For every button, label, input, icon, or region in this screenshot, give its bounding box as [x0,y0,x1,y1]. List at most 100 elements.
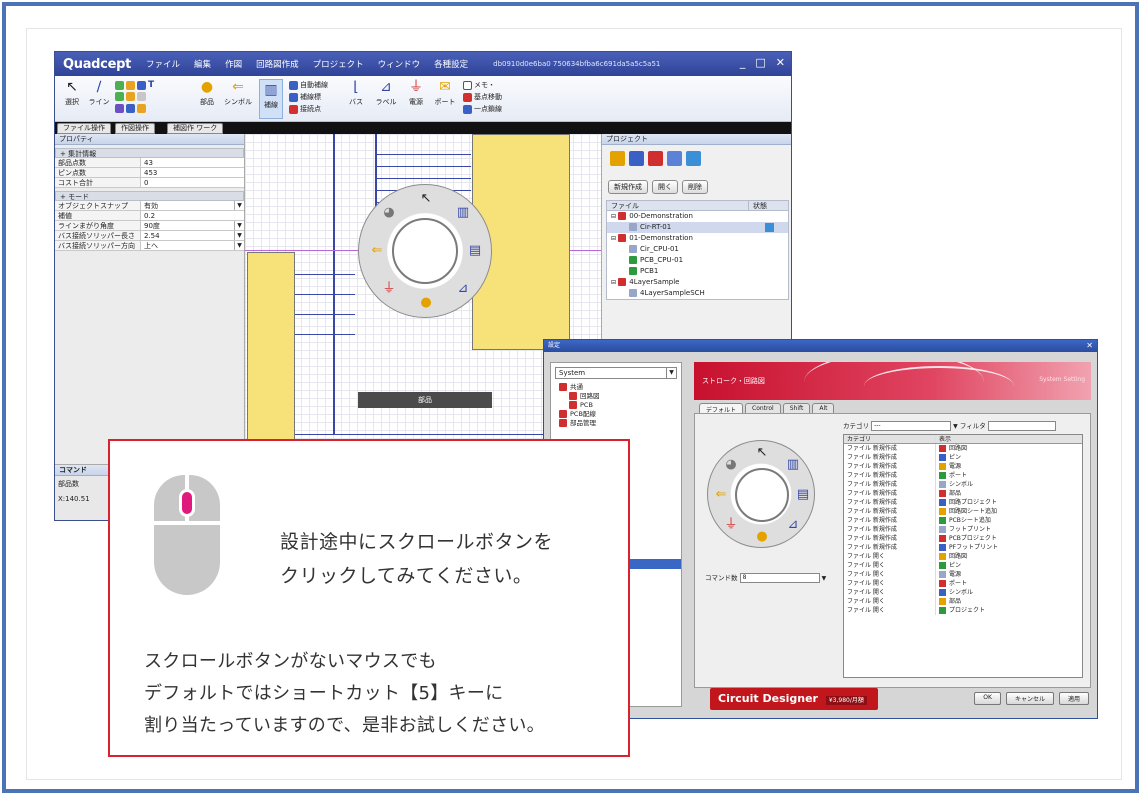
list-item[interactable]: ファイル 開く シンボル [844,588,1082,597]
cancel-button[interactable]: キャンセル [1005,692,1054,705]
list-item[interactable]: ファイル 開く ポート [844,579,1082,588]
settings-tree-node[interactable]: PCB [551,401,681,410]
property-value[interactable]: 2.54 [141,231,234,240]
property-value[interactable]: 上へ [141,241,234,250]
bus-button[interactable]: ⌊ バス [345,79,367,107]
settings-tree-node[interactable]: 回路図 [551,392,681,401]
close-project-icon[interactable] [648,151,663,166]
property-value[interactable]: 453 [141,168,244,177]
list-item[interactable]: ファイル 新規作成 PCBシート追加 [844,516,1082,525]
settings-tree-node[interactable]: 共通 [551,383,681,392]
minimize-icon[interactable]: _ [740,56,746,69]
tree-node[interactable]: Cir_CPU-01 [607,244,788,255]
list-item[interactable]: ファイル 新規作成 電源 [844,462,1082,471]
menu-draw[interactable]: 作図 [218,58,249,70]
list-item[interactable]: ファイル 新規作成 フットプリント [844,525,1082,534]
radial-menu[interactable]: ↖ ▥ ▤ ⊿ ● ⏚ ⇐ ◕ [358,184,492,318]
bus-icon[interactable]: ▤ [467,243,483,259]
property-value[interactable]: 0.2 [141,211,244,220]
chevron-down-icon[interactable]: ▼ [234,231,244,240]
list-item[interactable]: ファイル 新規作成 PFフットプリント [844,543,1082,552]
new-file-icon[interactable] [629,151,644,166]
part-icon[interactable]: ● [418,295,434,311]
open-project-button[interactable]: 開く [652,180,678,194]
list-item[interactable]: ファイル 新規作成 回路プロジェクト [844,498,1082,507]
chevron-down-icon[interactable]: ▼ [234,241,244,250]
component-block[interactable] [247,252,295,452]
list-item[interactable]: ファイル 開く ピン [844,561,1082,570]
settings-tree-node[interactable]: 部品管理 [551,419,681,428]
list-item[interactable]: ファイル 新規作成 部品 [844,489,1082,498]
tree-node[interactable]: 4LayerSampleSCH [607,288,788,299]
auto-wire-item[interactable]: 自動補線 [289,80,328,90]
menu-settings[interactable]: 各種設定 [427,58,475,70]
ok-button[interactable]: OK [974,692,1001,705]
list-item[interactable]: ファイル 開く プロジェクト [844,606,1082,615]
tab-work[interactable]: 補図作 ワーク [167,123,224,134]
tab-draw-ops[interactable]: 作図操作 [115,123,155,134]
folder-icon[interactable] [610,151,625,166]
chevron-down-icon[interactable]: ▼ [953,423,958,430]
list-item[interactable]: ファイル 新規作成 ポート [844,471,1082,480]
junction-item[interactable]: 接続点 [289,104,321,114]
settings-tree-node[interactable]: PCB配線 [551,410,681,419]
label-icon[interactable]: ⊿ [455,281,471,297]
close-icon[interactable]: ✕ [1086,340,1093,352]
port-button[interactable]: ✉ ポート [433,79,457,107]
property-value[interactable]: 0 [141,178,244,187]
cursor-icon[interactable]: ↖ [418,191,434,207]
line-button[interactable]: ∕ ライン [87,79,111,107]
wire-icon[interactable]: ▥ [455,205,471,221]
list-item[interactable]: ファイル 開く 部品 [844,597,1082,606]
symbol-icon[interactable]: ⇐ [369,243,385,259]
property-value[interactable]: 90度 [141,221,234,230]
tree-node[interactable]: PCB_CPU-01 [607,255,788,266]
tree-node[interactable]: ⊟ 00-Demonstration [607,211,788,222]
memo-item[interactable]: メモ・ [463,80,495,90]
summary-group-header[interactable]: + 集計情報 [55,148,244,158]
wire-mark-item[interactable]: 補線標 [289,92,321,102]
tree-node[interactable]: PCB1 [607,266,788,277]
shape-tools-2[interactable] [115,92,148,101]
menu-window[interactable]: ウィンドウ [371,58,428,70]
menu-file[interactable]: ファイル [139,58,187,70]
tree-node[interactable]: ⊟ 4LayerSample [607,277,788,288]
mode-group-header[interactable]: + モード [55,191,244,201]
dashdot-item[interactable]: 一点鎖線 [463,104,502,114]
list-item[interactable]: ファイル 新規作成 回路図シート追加 [844,507,1082,516]
select-button[interactable]: ↖ 選択 [61,79,83,107]
origin-move-item[interactable]: 基点移動 [463,92,502,102]
apply-button[interactable]: 適用 [1058,692,1089,705]
menu-schematic[interactable]: 回路図作成 [249,58,306,70]
tree-node[interactable]: Cir-RT-01 [607,222,788,233]
chevron-down-icon[interactable]: ▼ [234,201,244,210]
tab-file-ops[interactable]: ファイル操作 [57,123,111,134]
chevron-down-icon[interactable]: ▼ [822,575,827,582]
power-button[interactable]: ⏚ 電源 [405,79,427,107]
close-icon[interactable]: ✕ [776,56,785,69]
list-item[interactable]: ファイル 開く 回路図 [844,552,1082,561]
menu-edit[interactable]: 編集 [187,58,218,70]
list-item[interactable]: ファイル 新規作成 PCBプロジェクト [844,534,1082,543]
menu-project[interactable]: プロジェクト [306,58,371,70]
part-button[interactable]: ● 部品 [197,79,217,107]
symbol-button[interactable]: ⇐ シンボル [223,79,253,107]
property-value[interactable]: 43 [141,158,244,167]
category-select[interactable]: --- [871,421,952,431]
label-button[interactable]: ⊿ ラベル [373,79,399,107]
new-project-button[interactable]: 新規作成 [608,180,648,194]
list-item[interactable]: ファイル 新規作成 ピン [844,453,1082,462]
delete-project-button[interactable]: 削除 [682,180,708,194]
property-value[interactable]: 有効 [141,201,234,210]
chevron-down-icon[interactable]: ▼ [666,368,676,378]
list-item[interactable]: ファイル 新規作成 回路図 [844,444,1082,453]
tree-node[interactable]: ⊟ 01-Demonstration [607,233,788,244]
wire-button[interactable]: ▥ 補線 [259,79,283,119]
system-select[interactable]: System ▼ [555,367,677,379]
list-item[interactable]: ファイル 新規作成 シンボル [844,480,1082,489]
command-count-select[interactable]: 8 [739,573,820,583]
list-item[interactable]: ファイル 開く 電源 [844,570,1082,579]
power-icon[interactable]: ⏚ [381,281,397,297]
circle-tool-icon[interactable]: ◕ [381,205,397,221]
refresh-icon[interactable] [686,151,701,166]
